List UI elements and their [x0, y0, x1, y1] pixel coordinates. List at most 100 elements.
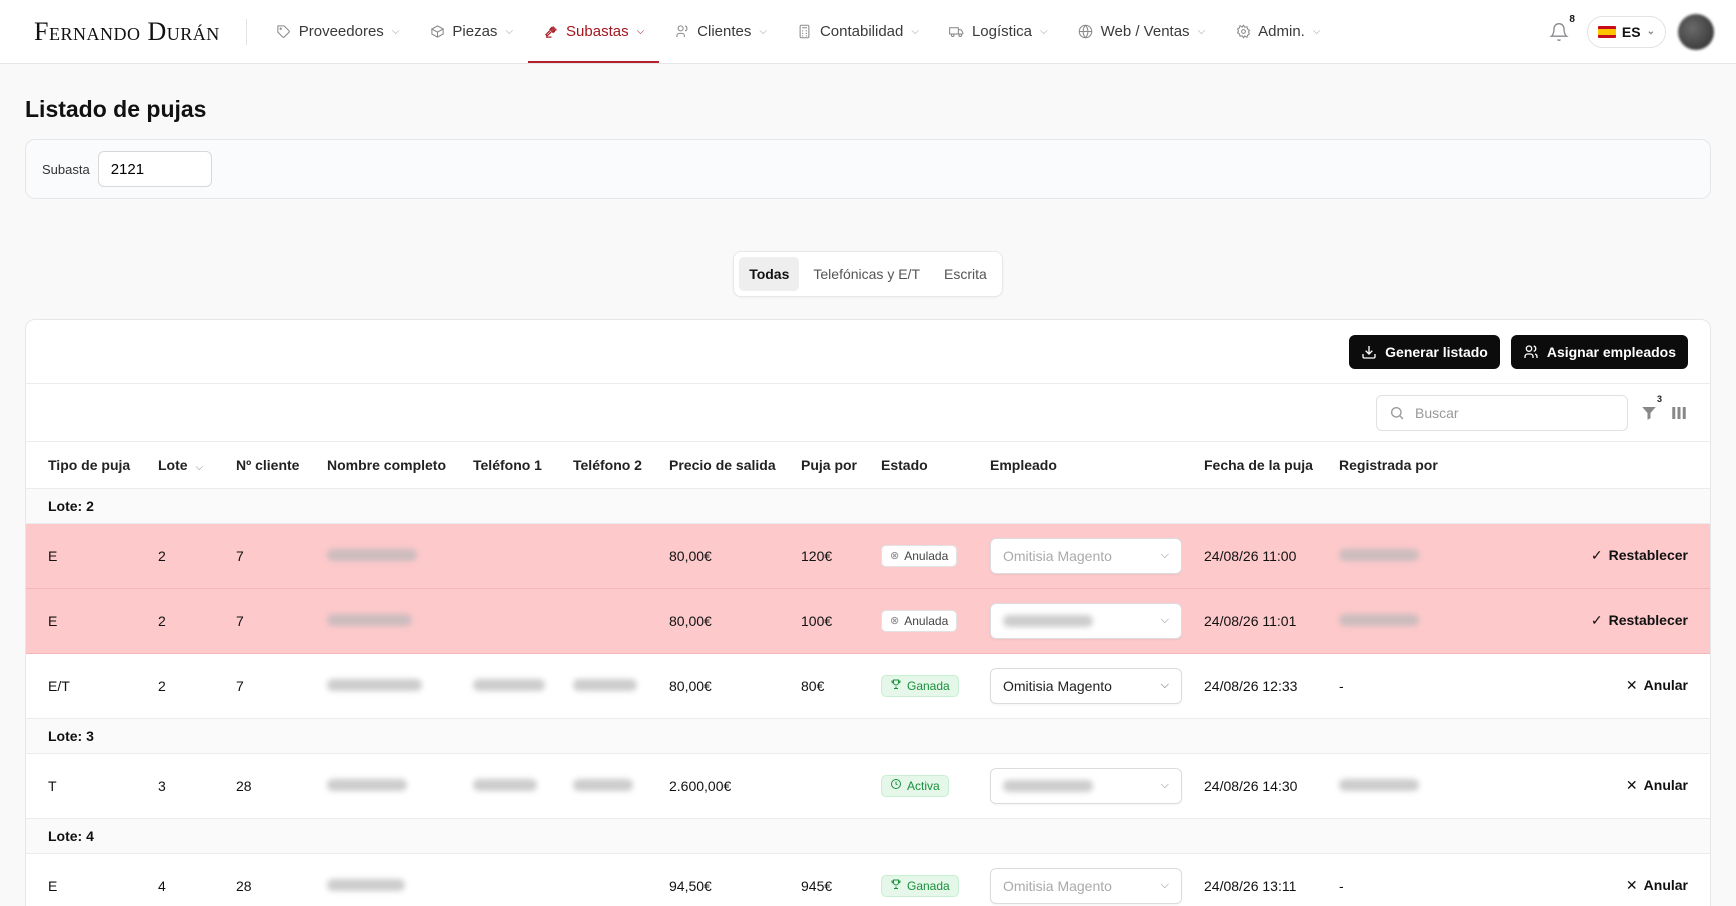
lot-group-label: Lote: 3	[26, 718, 1710, 754]
row-action-label: Restablecer	[1608, 547, 1688, 563]
filter-count-badge: 3	[1656, 393, 1662, 404]
phone-2-redacted	[573, 678, 637, 691]
employee-select[interactable]: Omitisia Magento ⌵	[990, 537, 1182, 574]
employee-select[interactable]: Omitisia Magento ⌵	[990, 867, 1182, 904]
language-selector[interactable]: ES ⌄	[1586, 15, 1666, 48]
row-action-button[interactable]: ✓ Restablecer	[1437, 523, 1710, 589]
search-icon	[1391, 406, 1404, 419]
lot-group-row: Lote: 2	[26, 488, 1710, 524]
auction-filter-label: Subasta	[42, 161, 90, 177]
client-number: 28	[214, 853, 305, 906]
nav-item-admin[interactable]: Admin. ⌵	[1220, 0, 1335, 63]
chevron-down-icon: ⌵	[1040, 26, 1048, 37]
bid-type: E	[26, 523, 136, 589]
client-number: 7	[214, 523, 305, 589]
notifications-button[interactable]: 8	[1543, 14, 1575, 48]
column-header-label: Empleado	[990, 456, 1057, 473]
lot-number: 4	[136, 853, 214, 906]
search-placeholder: Buscar	[1415, 404, 1459, 421]
brand-logo[interactable]: Fernando Durán	[34, 18, 247, 45]
nav-item-contabilidad[interactable]: Contabilidad ⌵	[782, 0, 934, 63]
phone-2	[551, 853, 647, 906]
page-content: Listado de pujas Subasta TodasTelefónica…	[0, 96, 1736, 906]
nav-item-label: Subastas	[566, 23, 629, 40]
lot-group-row: Lote: 3	[26, 718, 1710, 754]
row-action-button[interactable]: ✕ Anular	[1437, 653, 1710, 719]
user-avatar[interactable]	[1678, 13, 1714, 50]
employee-select[interactable]: Omitisia Magento ⌵	[990, 667, 1182, 704]
nav-item-label: Proveedores	[298, 23, 384, 40]
nav-item-clientes[interactable]: Clientes ⌵	[659, 0, 782, 63]
nav-item-proveedores[interactable]: Proveedores ⌵	[261, 0, 415, 63]
close-icon: ✕	[1625, 677, 1638, 693]
column-header[interactable]: Puja por	[779, 442, 859, 489]
column-header[interactable]: Fecha de la puja	[1182, 442, 1317, 489]
status-badge: Activa	[881, 774, 949, 797]
column-header[interactable]: Nombre completo	[305, 442, 451, 489]
client-number: 7	[214, 588, 305, 654]
employee-select[interactable]: ⌵	[990, 602, 1182, 639]
lot-group-label: Lote: 4	[26, 818, 1710, 854]
nav-item-logística[interactable]: Logística ⌵	[934, 0, 1063, 63]
chevron-down-icon: ⌵	[1312, 26, 1321, 37]
x-circle-icon: ⊗	[890, 550, 900, 562]
bids-table: Tipo de puja Lote ⌵ Nº cliente Nombre compl…	[26, 442, 1710, 906]
bid-amount: 120€	[779, 523, 859, 589]
row-action-button[interactable]: ✕ Anular	[1437, 853, 1710, 906]
lot-group-row: Lote: 4	[26, 818, 1710, 854]
lot-group-label: Lote: 2	[26, 488, 1710, 524]
column-header[interactable]: Empleado	[968, 442, 1182, 489]
status-badge: ⊗ Anulada	[881, 544, 958, 567]
phone-1	[451, 853, 551, 906]
full-name-redacted	[327, 778, 407, 791]
lot-number: 2	[136, 588, 214, 654]
bid-amount: 945€	[779, 853, 859, 906]
row-action-button[interactable]: ✓ Restablecer	[1437, 588, 1710, 654]
column-header[interactable]: Nº cliente	[214, 442, 305, 489]
bid-type: E/T	[26, 653, 136, 719]
column-header-label: Lote	[158, 456, 188, 473]
phone-1	[451, 588, 551, 654]
calculator-icon	[797, 24, 813, 40]
language-label: ES	[1621, 23, 1641, 40]
nav-item-web-ventas[interactable]: Web / Ventas ⌵	[1063, 0, 1221, 63]
generate-list-button[interactable]: Generar listado	[1349, 334, 1500, 369]
status-cell: Ganada	[859, 653, 968, 719]
assign-employees-button[interactable]: Asignar empleados	[1510, 334, 1688, 369]
column-header-label: Puja por	[801, 456, 858, 473]
full-name-redacted	[327, 548, 417, 561]
auction-filter-input[interactable]	[97, 151, 212, 187]
client-number: 28	[214, 753, 305, 819]
phone-1-redacted	[473, 678, 545, 691]
column-header[interactable]: Teléfono 2	[551, 442, 647, 489]
phone-1-redacted	[473, 778, 537, 791]
column-header[interactable]: Lote ⌵	[136, 442, 214, 489]
nav-item-label: Piezas	[452, 23, 498, 40]
column-header[interactable]: Precio de salida	[647, 442, 779, 489]
employee-value: Omitisia Magento	[1003, 547, 1112, 564]
column-header[interactable]: Teléfono 1	[451, 442, 551, 489]
bid-row: T 3 28 2.600,00€ Activa ⌵ 24/08/26 14:30 ✕ Anula…	[26, 753, 1710, 819]
search-input[interactable]: Buscar	[1376, 394, 1628, 431]
column-header[interactable]: Estado	[859, 442, 968, 489]
column-header[interactable]: Registrada por	[1317, 442, 1438, 489]
filter-button[interactable]: 3	[1640, 394, 1662, 422]
bid-date: 24/08/26 14:30	[1182, 753, 1317, 819]
column-header[interactable]: Tipo de puja	[26, 442, 136, 489]
employee-value: Omitisia Magento	[1003, 877, 1112, 894]
nav-item-subastas[interactable]: Subastas ⌵	[528, 0, 660, 63]
nav-item-label: Contabilidad	[819, 23, 904, 40]
tab-telefónicas-y-e-t[interactable]: Telefónicas y E/T	[803, 257, 930, 291]
globe-icon	[1078, 24, 1094, 40]
columns-button[interactable]	[1670, 404, 1688, 422]
tag-icon	[276, 24, 292, 40]
starting-price: 80,00€	[647, 588, 779, 654]
registered-by-cell	[1317, 588, 1438, 654]
tab-escrita[interactable]: Escrita	[934, 257, 997, 291]
tab-todas[interactable]: Todas	[739, 257, 800, 291]
nav-item-label: Web / Ventas	[1100, 23, 1190, 40]
row-action-button[interactable]: ✕ Anular	[1437, 753, 1710, 819]
nav-item-piezas[interactable]: Piezas ⌵	[414, 0, 528, 63]
registered-by-cell: -	[1317, 853, 1438, 906]
employee-select[interactable]: ⌵	[990, 767, 1182, 804]
